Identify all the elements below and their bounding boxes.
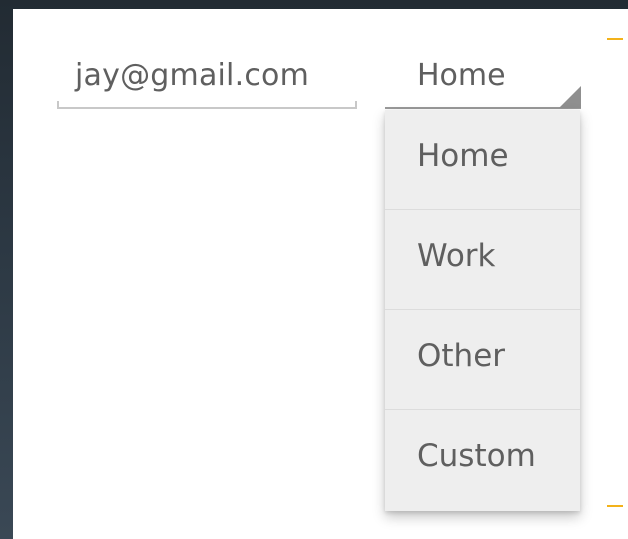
dropdown-option-other[interactable]: Other (385, 310, 580, 410)
dropdown-option-label: Work (417, 238, 496, 274)
type-spinner[interactable]: Home (385, 47, 581, 109)
accent-line-bottom (607, 505, 623, 507)
dropdown-option-home[interactable]: Home (385, 110, 580, 210)
dropdown-option-label: Other (417, 338, 506, 374)
spinner-underline (385, 107, 581, 109)
content-panel: jay@gmail.com Home Home Work Other Custo… (13, 9, 628, 539)
email-underline (57, 101, 357, 109)
spinner-selected-value: Home (417, 58, 506, 93)
spinner-dropdown-list: Home Work Other Custom (385, 110, 580, 511)
email-field[interactable]: jay@gmail.com (57, 47, 357, 109)
dropdown-option-label: Home (417, 138, 509, 174)
dropdown-option-label: Custom (417, 438, 536, 474)
accent-line-top (607, 38, 623, 40)
dropdown-triangle-icon[interactable] (559, 86, 581, 108)
email-value: jay@gmail.com (75, 58, 310, 93)
dropdown-option-custom[interactable]: Custom (385, 410, 580, 510)
dropdown-option-work[interactable]: Work (385, 210, 580, 310)
